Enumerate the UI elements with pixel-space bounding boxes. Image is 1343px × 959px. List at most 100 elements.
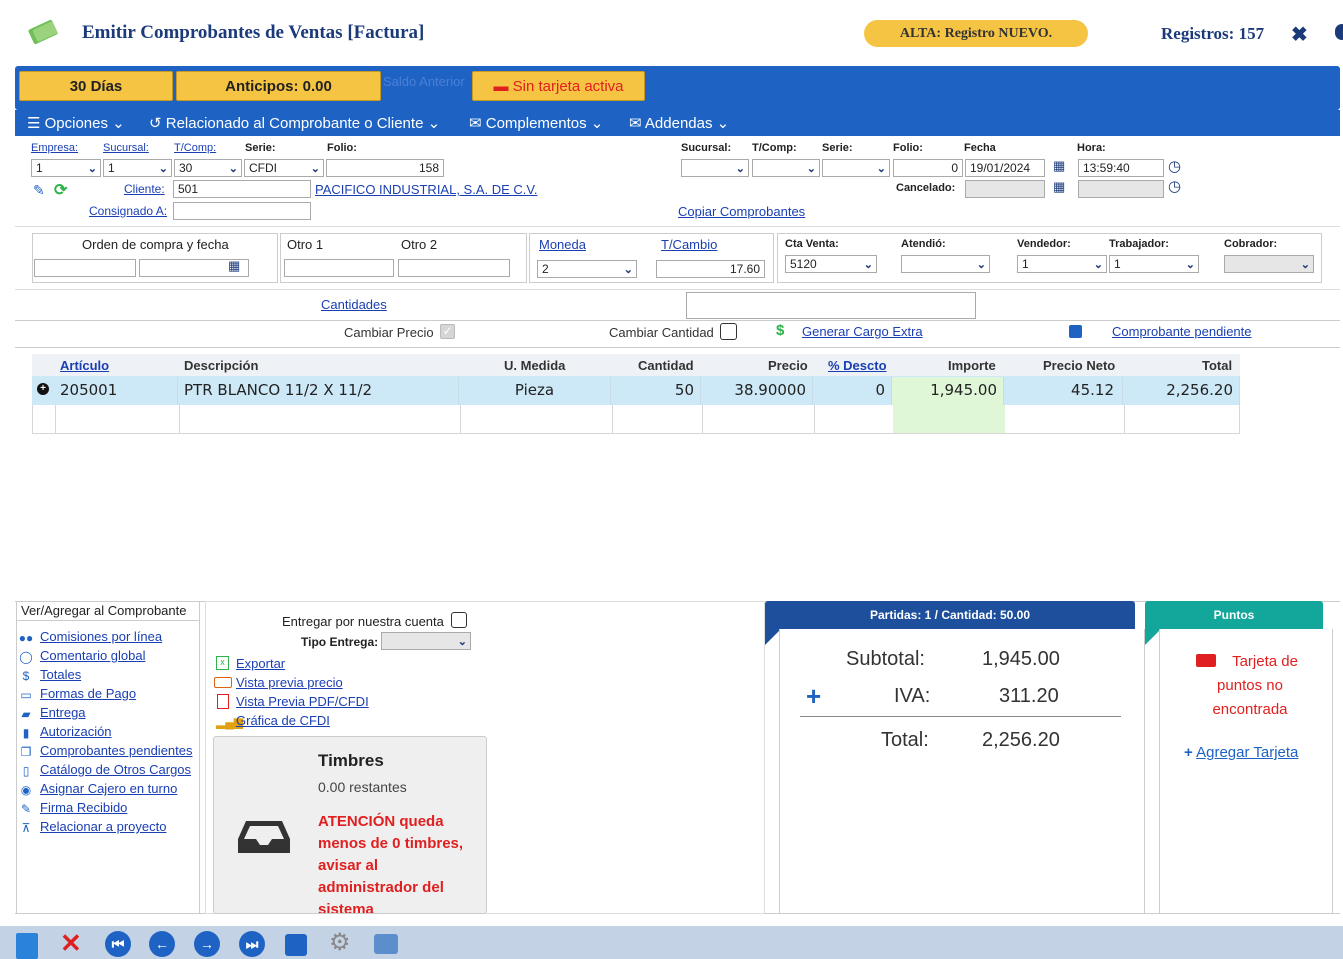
cell-total[interactable]: 2,256.20 (1123, 377, 1240, 405)
cell-importe[interactable]: 1,945.00 (892, 377, 1004, 405)
cta-select[interactable]: 5120 ⌄ (785, 255, 877, 273)
tcomp-select[interactable]: 30 ⌄ (174, 159, 242, 177)
exportar-link[interactable]: Exportar (236, 656, 285, 671)
advances-button[interactable]: Anticipos: 0.00 (176, 71, 381, 101)
menu-options[interactable]: ☰ Opciones ⌄ (27, 114, 125, 132)
calendar-icon[interactable]: ▦ (228, 258, 240, 274)
side-formas-pago[interactable]: Formas de Pago (40, 686, 136, 701)
cantidades-input[interactable] (686, 292, 976, 319)
vendedor-select[interactable]: 1 ⌄ (1017, 255, 1107, 273)
cell-precio[interactable]: 38.90000 (701, 377, 813, 405)
side-comentario[interactable]: Comentario global (40, 648, 146, 663)
vista-precio-link[interactable]: Vista previa precio (236, 675, 343, 690)
orden-input[interactable] (34, 259, 136, 277)
cell-descto[interactable]: 0 (813, 377, 892, 405)
col-articulo[interactable]: Artículo (60, 358, 109, 373)
new-document-icon[interactable] (16, 933, 38, 959)
edit-icon[interactable]: ✎ (33, 182, 45, 199)
cliente-input[interactable]: 501 (173, 180, 311, 198)
copiar-comprobantes-link[interactable]: Copiar Comprobantes (678, 204, 805, 219)
close-icon[interactable]: ✖ (1291, 22, 1308, 47)
side-catalogo[interactable]: Catálogo de Otros Cargos (40, 762, 191, 777)
refresh-icon[interactable]: ⟳ (54, 180, 67, 200)
save-icon[interactable] (285, 934, 307, 956)
prev-balance-link[interactable]: Saldo Anterior (383, 74, 465, 89)
cobrador-select[interactable]: ⌄ (1224, 255, 1314, 273)
cambiar-cantidad-checkbox[interactable] (720, 323, 737, 340)
empresa-label[interactable]: Empresa: (31, 142, 78, 154)
previous-record-icon[interactable]: ← (149, 931, 175, 957)
menu-complements[interactable]: ✉ Complementos ⌄ (469, 114, 603, 132)
settings-icon[interactable]: ⚙ (329, 928, 351, 957)
card-status-button[interactable]: ▬ Sin tarjeta activa (472, 71, 645, 101)
otro1-input[interactable] (284, 259, 394, 277)
last-record-icon[interactable]: ⏭ (239, 931, 265, 957)
r-tcomp-select[interactable]: ⌄ (752, 159, 820, 177)
sucursal-label[interactable]: Sucursal: (103, 142, 149, 154)
r-sucursal-select[interactable]: ⌄ (681, 159, 749, 177)
consignado-input[interactable] (173, 202, 311, 220)
days-button[interactable]: 30 Días (19, 71, 173, 101)
clock-icon[interactable]: ◷ (1168, 157, 1181, 175)
r-folio-input[interactable]: 0 (893, 159, 963, 177)
first-record-icon[interactable]: ⏮ (105, 931, 131, 957)
side-autorizacion[interactable]: Autorización (40, 724, 112, 739)
cell-cantidad[interactable]: 50 (611, 377, 701, 405)
side-cajero[interactable]: Asignar Cajero en turno (40, 781, 177, 796)
moneda-label[interactable]: Moneda (539, 237, 586, 252)
atendio-select[interactable]: ⌄ (901, 255, 990, 273)
tcambio-input[interactable]: 17.60 (656, 260, 765, 278)
r-serie-select[interactable]: ⌄ (822, 159, 890, 177)
folio-input[interactable]: 158 (326, 159, 444, 177)
cliente-label[interactable]: Cliente: (124, 182, 165, 196)
next-record-icon[interactable]: → (194, 931, 220, 957)
clock-icon[interactable]: ◷ (1168, 177, 1181, 195)
otro2-input[interactable] (398, 259, 510, 277)
cliente-name-link[interactable]: PACIFICO INDUSTRIAL, S.A. DE C.V. (315, 182, 538, 197)
calendar-icon[interactable]: ▦ (1053, 179, 1065, 195)
cantidades-link[interactable]: Cantidades (321, 297, 387, 312)
side-firma[interactable]: Firma Recibido (40, 800, 127, 815)
save-icon[interactable] (1069, 325, 1082, 338)
sucursal-select[interactable]: 1 ⌄ (103, 159, 172, 177)
cell-articulo[interactable]: 205001 (55, 377, 178, 405)
vista-pdf-link[interactable]: Vista Previa PDF/CFDI (236, 694, 369, 709)
empresa-select[interactable]: 1 ⌄ (31, 159, 101, 177)
grafica-link[interactable]: Gráfica de CFDI (236, 713, 330, 728)
total-value: 2,256.20 (982, 729, 1060, 751)
side-totales[interactable]: Totales (40, 667, 81, 682)
consignado-label[interactable]: Consignado A: (89, 204, 167, 218)
cargo-extra-link[interactable]: Generar Cargo Extra (802, 324, 923, 339)
delete-icon[interactable]: ✕ (60, 928, 82, 959)
agregar-tarjeta-link[interactable]: + Agregar Tarjeta (1184, 744, 1298, 761)
cambiar-precio-checkbox[interactable]: ✓ (440, 324, 455, 339)
entregar-checkbox[interactable] (451, 612, 467, 628)
expand-row-icon[interactable]: + (37, 383, 49, 395)
side-proyecto[interactable]: Relacionar a proyecto (40, 819, 166, 834)
menu-related[interactable]: ↺ Relacionado al Comprobante o Cliente ⌄ (149, 114, 440, 132)
cell-neto[interactable]: 45.12 (1004, 377, 1123, 405)
print-icon[interactable] (374, 934, 398, 954)
serie-select[interactable]: CFDI ⌄ (244, 159, 324, 177)
menu-addendas[interactable]: ✉ Addendas ⌄ (629, 114, 729, 132)
trabajador-select[interactable]: 1 ⌄ (1109, 255, 1199, 273)
hora-input[interactable]: 13:59:40 (1078, 159, 1164, 177)
moneda-select[interactable]: 2 ⌄ (537, 260, 637, 278)
fecha-label: Fecha (964, 142, 996, 154)
tcomp-label[interactable]: T/Comp: (174, 142, 216, 154)
tipo-entrega-select[interactable]: ⌄ (381, 632, 471, 650)
side-comisiones[interactable]: Comisiones por línea (40, 629, 162, 644)
comprobante-pendiente-link[interactable]: Comprobante pendiente (1112, 324, 1252, 339)
tcambio-label[interactable]: T/Cambio (661, 237, 717, 252)
side-pendientes[interactable]: Comprobantes pendientes (40, 743, 193, 758)
table-row-empty[interactable] (32, 405, 1240, 434)
col-descto[interactable]: % Descto (828, 358, 887, 373)
cell-descripcion[interactable]: PTR BLANCO 11/2 X 11/2 (178, 377, 459, 405)
fecha-input[interactable]: 19/01/2024 (965, 159, 1045, 177)
help-icon[interactable] (1335, 24, 1343, 40)
add-icon[interactable]: + (806, 681, 821, 712)
side-entrega[interactable]: Entrega (40, 705, 86, 720)
cell-umedida[interactable]: Pieza (459, 377, 611, 405)
col-precio: Precio (768, 358, 808, 373)
calendar-icon[interactable]: ▦ (1053, 158, 1065, 174)
